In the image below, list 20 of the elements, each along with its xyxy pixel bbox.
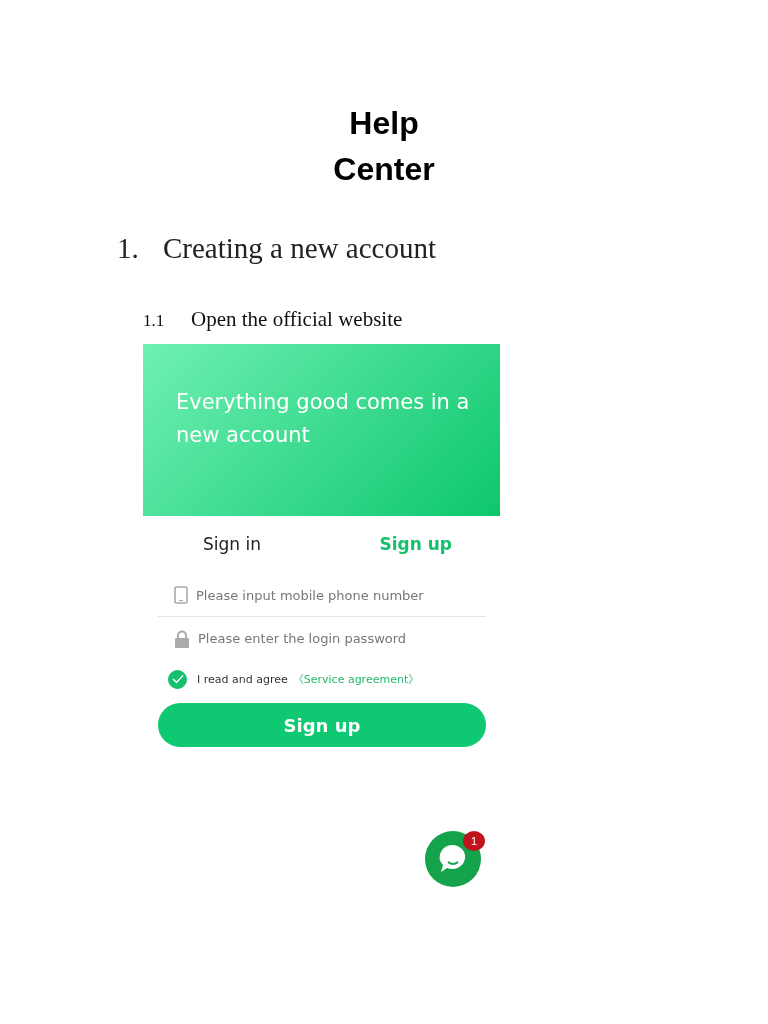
input-field[interactable]: Please input mobile phone number — [196, 587, 486, 603]
checkbox[interactable] — [168, 669, 187, 689]
tab[interactable]: Sign in — [203, 534, 261, 574]
subsection-heading: Open the official website — [191, 307, 403, 332]
subsection-number: 1.1 — [143, 311, 166, 331]
chat-button[interactable]: 1 — [424, 831, 482, 887]
service-agreement-link[interactable]: 《Service agreement》 — [292, 671, 420, 687]
checkmark-icon — [171, 674, 184, 684]
section-heading: Creating a new account — [163, 232, 436, 265]
input-field[interactable]: Please enter the login password — [198, 631, 486, 646]
banner-text: Everything good comes in a new account — [176, 389, 471, 449]
page-title: Help Center — [332, 104, 436, 189]
tab[interactable]: Sign up — [379, 534, 452, 574]
sign-up-button[interactable]: Sign up — [158, 703, 486, 747]
agreement-text: I read and agree — [197, 672, 288, 686]
phone-icon — [174, 586, 188, 604]
notification-badge: 1 — [463, 831, 485, 851]
section-number: 1. — [117, 232, 140, 265]
lock-icon — [174, 629, 190, 648]
chat-icon — [424, 831, 482, 887]
